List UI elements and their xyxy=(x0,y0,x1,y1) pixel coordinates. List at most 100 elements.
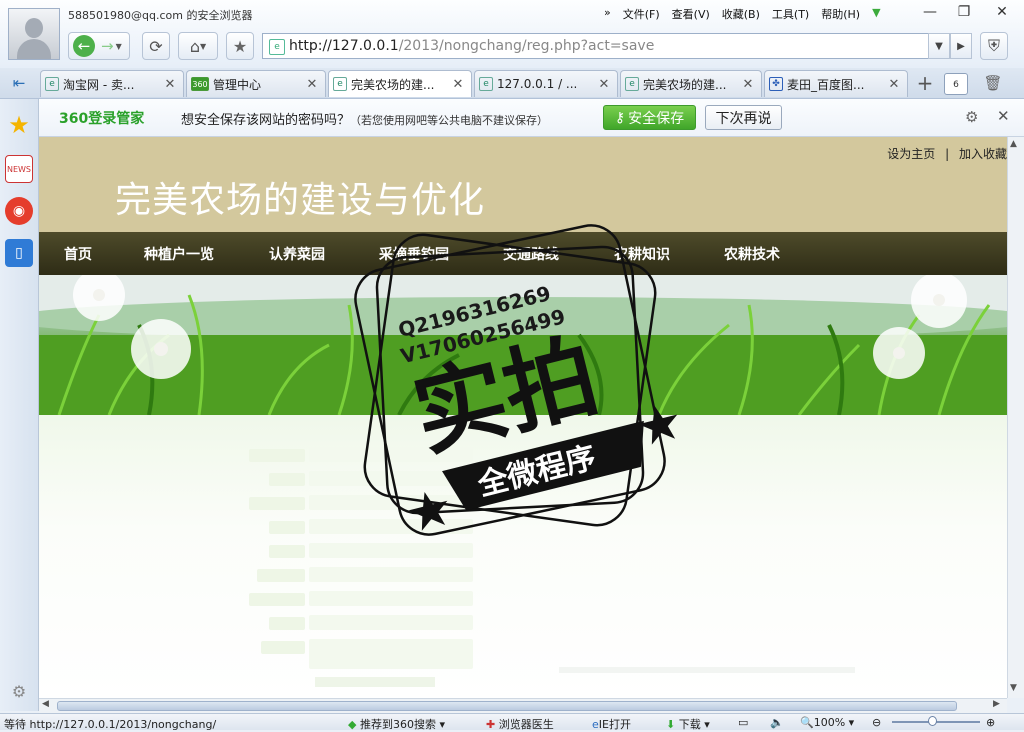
menu-tools[interactable]: 工具(T) xyxy=(772,6,809,24)
key-icon: ⚷ xyxy=(614,109,626,126)
form-field[interactable] xyxy=(309,591,473,606)
settings-gear-icon[interactable]: ⚙ xyxy=(5,677,33,705)
bar-close-icon[interactable]: ✕ xyxy=(997,107,1010,125)
address-bar[interactable]: e http://127.0.0.1/2013/nongchang/reg.ph… xyxy=(262,33,950,59)
ie-page-icon: e xyxy=(333,77,347,91)
tab-farm-active[interactable]: e 完美农场的建... ✕ xyxy=(328,70,472,97)
favorite-star-button[interactable]: ★ xyxy=(226,32,254,60)
page-icon: e xyxy=(269,39,285,55)
nav-adopt-garden[interactable]: 认养菜园 xyxy=(269,244,325,264)
tab-close-icon[interactable]: ✕ xyxy=(305,77,319,92)
baidu-paw-icon: ✤ xyxy=(769,77,783,91)
zoom-control[interactable]: 🔍100% ▾ xyxy=(800,716,854,729)
address-dropdown-button[interactable]: ▼ xyxy=(928,33,950,59)
tab-baidu-images[interactable]: ✤ 麦田_百度图... ✕ xyxy=(764,70,908,97)
360-login-brand: 360登录管家 xyxy=(59,111,145,127)
chevron-down-icon: ▼ xyxy=(935,40,943,52)
ie-page-icon: e xyxy=(625,77,639,91)
go-button[interactable]: ▶ xyxy=(950,33,972,59)
left-sidebar: ★ NEWS ◉ ▯ ⚙ xyxy=(0,99,39,711)
menu-view[interactable]: 查看(V) xyxy=(672,6,710,24)
form-field[interactable] xyxy=(309,615,473,630)
tab-close-icon[interactable]: ✕ xyxy=(597,77,611,92)
ie-page-icon: e xyxy=(45,77,59,91)
nav-home[interactable]: 首页 xyxy=(64,244,92,264)
menu-favorites[interactable]: 收藏(B) xyxy=(722,6,760,24)
restore-button[interactable]: ❐ xyxy=(946,0,982,24)
tab-close-icon[interactable]: ✕ xyxy=(451,77,465,92)
speaker-icon[interactable]: 🔈 xyxy=(770,716,784,729)
sidebar-toggle-icon[interactable]: ⇤ xyxy=(6,72,32,94)
horizontal-scrollbar[interactable]: ◀ ▶ xyxy=(39,698,1007,713)
user-avatar[interactable] xyxy=(8,8,60,60)
tab-admin-center[interactable]: 360 管理中心 ✕ xyxy=(186,70,326,97)
password-manager-bar: 360登录管家 想安全保存该网站的密码吗？（若您使用网吧等公共电脑不建议保存） … xyxy=(39,99,1024,137)
weibo-icon[interactable]: ◉ xyxy=(5,197,33,225)
new-tab-plus-icon[interactable]: + xyxy=(912,71,938,95)
nav-farming-tech[interactable]: 农耕技术 xyxy=(724,244,780,264)
not-now-button[interactable]: 下次再说 xyxy=(705,105,782,130)
browser-doctor[interactable]: ✚ 浏览器医生 xyxy=(486,716,554,732)
nav-growers[interactable]: 种植户一览 xyxy=(144,244,214,264)
address-input[interactable]: http://127.0.0.1/2013/nongchang/reg.php?… xyxy=(289,38,654,54)
forward-dropdown-icon[interactable]: ▼ xyxy=(116,42,122,51)
close-window-button[interactable]: ✕ xyxy=(984,0,1020,24)
star-icon: ★ xyxy=(232,36,248,56)
download-button[interactable]: ⬇ 下载 ▾ xyxy=(666,716,710,732)
news-icon[interactable]: NEWS xyxy=(5,155,33,183)
scroll-down-icon[interactable]: ▼ xyxy=(1010,683,1017,693)
form-field[interactable] xyxy=(309,567,473,582)
bar-settings-gear-icon[interactable]: ⚙ xyxy=(965,108,978,126)
menu-help[interactable]: 帮助(H) xyxy=(821,6,860,24)
tab-close-icon[interactable]: ✕ xyxy=(887,77,901,92)
top-links: 设为主页 | 加入收藏 xyxy=(887,147,1007,161)
ie-open[interactable]: eIE打开 xyxy=(592,716,631,732)
scroll-right-icon[interactable]: ▶ xyxy=(993,699,1000,709)
zoom-slider-handle[interactable] xyxy=(928,716,937,726)
security-shield-button[interactable]: ⛨ xyxy=(980,32,1008,60)
tab-localhost[interactable]: e 127.0.0.1 / ... ✕ xyxy=(474,70,618,97)
search-icon: ◆ xyxy=(348,718,357,731)
password-prompt: 想安全保存该网站的密码吗？（若您使用网吧等公共电脑不建议保存） xyxy=(181,113,549,128)
window-title: 588501980@qq.com 的安全浏览器 xyxy=(68,9,253,22)
add-favorite-link[interactable]: 加入收藏 xyxy=(959,147,1007,161)
mobile-phone-icon[interactable]: ▯ xyxy=(5,239,33,267)
window-icon[interactable]: ▭ xyxy=(738,716,748,729)
watermark-star-icon xyxy=(408,491,448,531)
status-bar: 等待 http://127.0.0.1/2013/nongchang/ ◆ 推荐… xyxy=(0,713,1024,732)
favorites-star-icon[interactable]: ★ xyxy=(5,111,33,139)
menu-bar: » 文件(F) 查看(V) 收藏(B) 工具(T) 帮助(H) ▼ xyxy=(604,6,881,24)
refresh-icon: ⟳ xyxy=(149,36,163,56)
save-password-button[interactable]: ⚷ 安全保存 xyxy=(603,105,696,130)
menu-double-chevron-icon[interactable]: » xyxy=(604,6,611,24)
play-icon: ▶ xyxy=(957,40,965,52)
forward-arrow-icon[interactable]: → xyxy=(101,37,114,55)
recommend-360-search[interactable]: ◆ 推荐到360搜索 ▾ xyxy=(348,716,445,732)
form-textarea[interactable] xyxy=(309,639,473,669)
home-button[interactable]: ⌂ ▼ xyxy=(178,32,218,60)
tab-farm-2[interactable]: e 完美农场的建... ✕ xyxy=(620,70,762,97)
download-arrow-icon: ⬇ xyxy=(666,718,676,731)
ie-icon: e xyxy=(592,718,599,731)
tab-close-icon[interactable]: ✕ xyxy=(163,77,177,92)
scroll-up-icon[interactable]: ▲ xyxy=(1010,139,1017,149)
zoom-out-icon[interactable]: ⊖ xyxy=(872,716,881,729)
scroll-left-icon[interactable]: ◀ xyxy=(42,699,49,709)
zoom-icon: 🔍 xyxy=(800,716,814,729)
set-homepage-link[interactable]: 设为主页 xyxy=(887,147,935,161)
back-arrow-icon[interactable]: ← xyxy=(73,35,95,57)
trash-icon[interactable]: 🗑 xyxy=(976,72,1010,94)
horizontal-scroll-thumb[interactable] xyxy=(57,701,957,711)
minimize-button[interactable]: — xyxy=(912,0,948,24)
home-icon: ⌂ xyxy=(189,36,200,56)
skin-shirt-icon[interactable]: ▼ xyxy=(872,6,880,24)
tab-count-badge[interactable]: 6 xyxy=(944,73,968,95)
tab-taobao[interactable]: e 淘宝网 - 卖... ✕ xyxy=(40,70,184,97)
refresh-button[interactable]: ⟳ xyxy=(142,32,170,60)
menu-file[interactable]: 文件(F) xyxy=(623,6,660,24)
zoom-in-icon[interactable]: ⊕ xyxy=(986,716,995,729)
vertical-scrollbar[interactable]: ▲ ▼ xyxy=(1007,137,1024,698)
form-submit-row[interactable] xyxy=(315,677,435,687)
shield-icon: ⛨ xyxy=(987,36,1000,55)
tab-close-icon[interactable]: ✕ xyxy=(741,77,755,92)
